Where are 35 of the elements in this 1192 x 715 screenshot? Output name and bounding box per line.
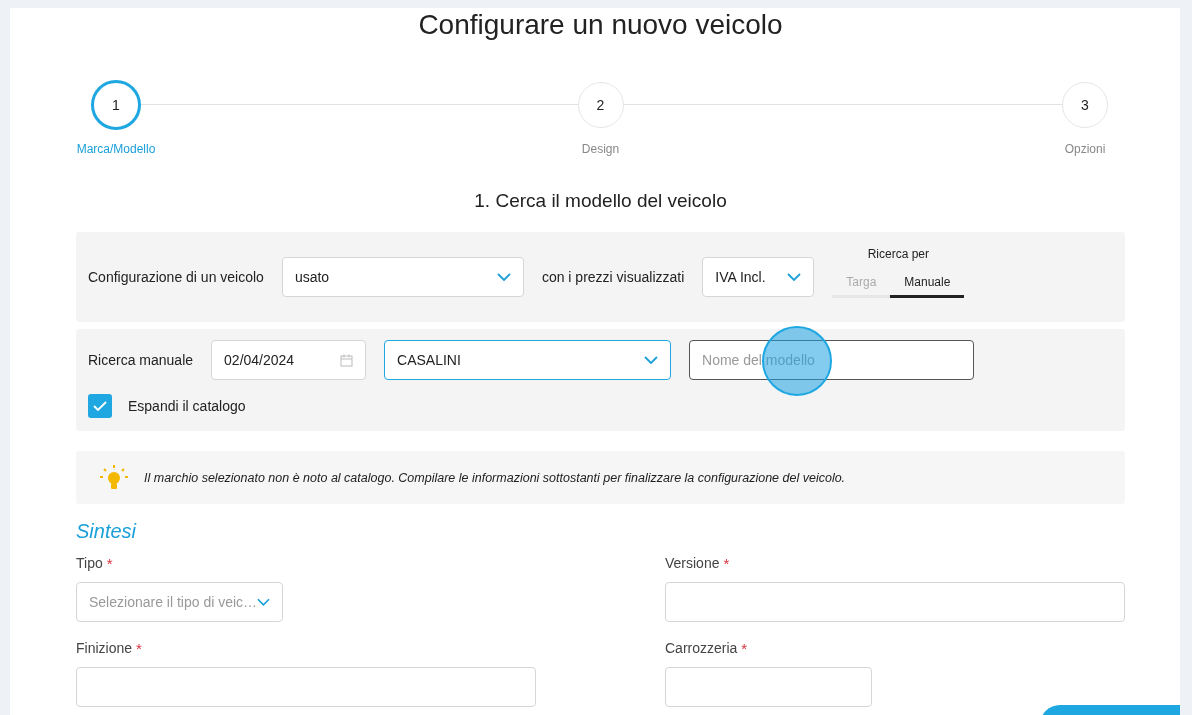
field-label: Tipo * — [76, 555, 114, 572]
page-title: Configurare un nuovo veicolo — [417, 8, 784, 40]
vat-select[interactable]: IVA Incl. — [702, 257, 815, 297]
field-label: Versione * — [665, 555, 731, 572]
search-by-label: Ricerca per — [867, 246, 929, 261]
step-circle[interactable]: 2 — [577, 82, 624, 128]
step-circle[interactable]: 3 — [1062, 82, 1108, 128]
step-label: Opzioni — [1064, 142, 1106, 156]
checkmark-icon — [93, 401, 107, 411]
manual-search-label: Ricerca manuale — [88, 352, 194, 368]
date-field[interactable]: 02/04/2024 — [211, 340, 367, 380]
chevron-down-icon — [787, 272, 802, 282]
body-select[interactable] — [665, 667, 872, 707]
prices-label: con i prezzi visualizzati — [541, 269, 685, 285]
search-tab[interactable]: Manuale — [890, 274, 965, 298]
field-label: Carrozzeria * — [665, 640, 749, 657]
config-label: Configurazione di un veicolo — [88, 269, 264, 285]
step-label: Marca/Modello — [76, 142, 156, 156]
field-label: Finizione * — [76, 640, 143, 657]
input-field[interactable] — [665, 582, 1125, 622]
notice-text: Il marchio selezionato non è noto al catalogo. Compilare le informazioni sottostanti per finalizzare la configurazione del veicolo. — [144, 470, 846, 485]
section-title: 1. Cerca il modello del veicolo — [473, 190, 728, 212]
chevron-down-icon — [644, 355, 659, 365]
step-circle[interactable]: 1 — [91, 80, 141, 130]
checkbox[interactable] — [88, 394, 112, 418]
checkbox-label: Espandi il catalogo — [128, 398, 246, 414]
brand-select[interactable]: CASALINI — [384, 340, 672, 380]
condition-select[interactable]: usato — [281, 257, 524, 297]
chevron-down-icon — [496, 272, 511, 282]
input-field[interactable] — [76, 667, 536, 707]
lightbulb-icon — [98, 464, 130, 491]
calendar-icon — [340, 353, 354, 367]
summary-heading: Sintesi — [76, 520, 138, 543]
chevron-down-icon — [257, 597, 270, 607]
step-label: Design — [581, 142, 620, 156]
